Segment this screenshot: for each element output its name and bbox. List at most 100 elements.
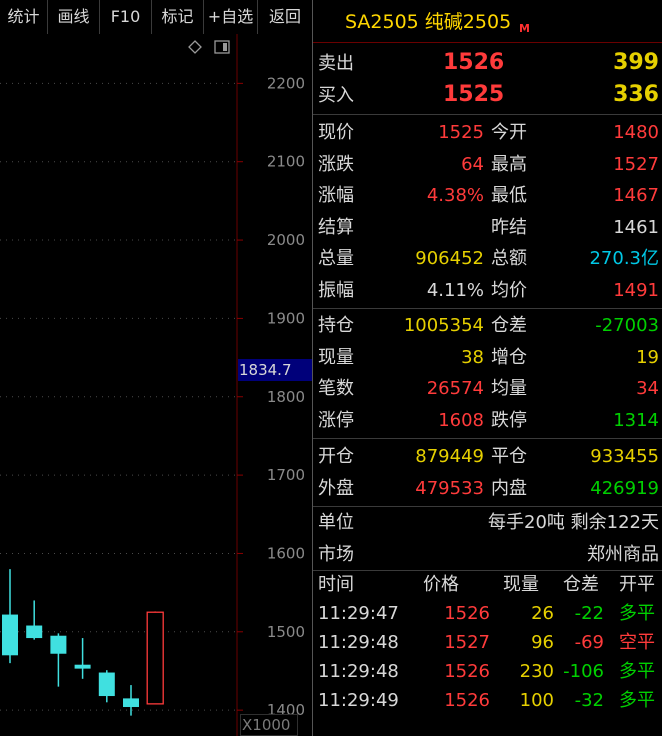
toolbar-draw-button[interactable]: 画线 <box>48 0 100 34</box>
stat-value: 479533 <box>415 477 484 499</box>
trade-row: 11:29:49 1526 100 -32 多平 <box>313 686 662 715</box>
stat-label: 现量 <box>318 346 354 368</box>
order-book: 卖出 1526 399 买入 1525 336 <box>313 43 662 115</box>
toolbar-f10-button[interactable]: F10 <box>100 0 152 34</box>
diamond-icon[interactable] <box>188 39 202 54</box>
market-label: 市场 <box>318 543 354 565</box>
toolbar-back-button[interactable]: 返回 <box>258 0 312 34</box>
trade-price: 1526 <box>444 690 490 711</box>
stat-value: 1608 <box>438 409 484 431</box>
contract-flag-badge: M <box>519 22 530 35</box>
stat-value: 64 <box>461 153 484 175</box>
candlestick-chart: 220021002000190018001700160015001400 <box>0 34 305 736</box>
stat-label: 最高 <box>491 153 527 175</box>
unit-label: 单位 <box>318 512 354 533</box>
candle-body[interactable] <box>2 614 18 656</box>
stat-label: 开仓 <box>318 446 354 467</box>
stat-value: 933455 <box>590 446 659 467</box>
stat-label: 外盘 <box>318 477 354 499</box>
bid-price: 1525 <box>443 82 505 107</box>
stat-value: 1314 <box>613 409 659 431</box>
stat-value: 1527 <box>613 153 659 175</box>
stat-value: 19 <box>636 346 659 368</box>
candle-body[interactable] <box>26 625 43 639</box>
trades-header-oi-change: 仓差 <box>563 574 599 595</box>
stat-value: 906452 <box>415 248 484 269</box>
y-tick-label: 2000 <box>267 231 305 249</box>
trades-list: 11:29:47 1526 26 -22 多平 11:29:48 1527 96 -69 空平 11… <box>313 599 662 715</box>
ask-label: 卖出 <box>318 53 354 74</box>
toolbar-add-watchlist-button[interactable]: +自选 <box>204 0 258 34</box>
stat-label: 总量 <box>318 248 354 269</box>
stat-label: 振幅 <box>318 279 354 301</box>
stat-label: 涨幅 <box>318 185 354 206</box>
chart-toolbar: 统计 画线 F10 标记 +自选 返回 <box>0 0 312 34</box>
stat-row: 总量 906452 总额 270.3亿 <box>313 243 662 275</box>
trade-row: 11:29:48 1526 230 -106 多平 <box>313 657 662 686</box>
stat-label: 结算 <box>318 216 354 238</box>
stat-value: 4.38% <box>426 185 484 206</box>
stat-row: 现量 38 增仓 19 <box>313 342 662 374</box>
trade-price: 1526 <box>444 603 490 624</box>
stat-value: 1467 <box>613 185 659 206</box>
tick-trades[interactable]: 时间 价格 现量 仓差 开平 11:29:47 1526 26 -22 多平 11:29:… <box>313 571 662 715</box>
stat-value: 1480 <box>613 122 659 143</box>
trades-header-price: 价格 <box>423 574 459 595</box>
stat-row: 笔数 26574 均量 34 <box>313 373 662 405</box>
market-value: 郑州商品 <box>587 543 659 565</box>
trade-type: 多平 <box>619 661 655 682</box>
ask-volume: 399 <box>613 50 659 75</box>
trade-price: 1527 <box>444 632 490 653</box>
stat-row: 外盘 479533 内盘 426919 <box>313 473 662 505</box>
trade-oi-change: -22 <box>574 603 604 624</box>
stat-label: 最低 <box>491 185 527 206</box>
trade-type: 多平 <box>619 603 655 624</box>
trade-time: 11:29:48 <box>318 661 399 682</box>
stat-value: 38 <box>461 346 484 368</box>
trade-volume: 100 <box>519 690 554 711</box>
trade-volume: 96 <box>531 632 554 653</box>
stat-label: 内盘 <box>491 477 527 499</box>
candle-body[interactable] <box>146 611 164 705</box>
quote-panel: SA2505 纯碱2505 M 卖出 1526 399 买入 1525 336 … <box>312 0 662 736</box>
price-chart[interactable]: 2200 2100 2000 1900 1800 1700 1600 1500 1400 183… <box>0 34 312 736</box>
candle-body[interactable] <box>98 672 115 697</box>
candle-body[interactable] <box>123 698 139 708</box>
unit-value: 每手20吨 剩余122天 <box>488 512 659 533</box>
trade-time: 11:29:48 <box>318 632 399 653</box>
toolbar-stats-button[interactable]: 统计 <box>0 0 48 34</box>
stat-row: 持仓 1005354 仓差 -27003 <box>313 310 662 342</box>
panel-toggle-icon[interactable] <box>214 39 230 54</box>
stat-row: 涨幅 4.38% 最低 1467 <box>313 180 662 212</box>
y-tick-label: 2200 <box>267 74 305 92</box>
stat-label: 现价 <box>318 122 354 143</box>
stat-row: 涨停 1608 跌停 1314 <box>313 405 662 437</box>
y-tick-label: 1900 <box>267 309 305 327</box>
stat-value: 34 <box>636 378 659 399</box>
trade-time: 11:29:49 <box>318 690 399 711</box>
stat-label: 笔数 <box>318 378 354 399</box>
stat-value: -27003 <box>595 315 659 336</box>
stat-value: 426919 <box>590 477 659 499</box>
trades-header-type: 开平 <box>619 574 655 595</box>
stat-value: 879449 <box>415 446 484 467</box>
stat-label: 总额 <box>491 248 527 269</box>
stat-label: 持仓 <box>318 315 354 336</box>
cursor-price-label: 1834.7 <box>238 358 312 381</box>
y-tick-label: 1500 <box>267 623 305 641</box>
stat-label: 今开 <box>491 122 527 143</box>
contract-title-bar: SA2505 纯碱2505 M <box>313 0 662 43</box>
stat-row: 现价 1525 今开 1480 <box>313 117 662 149</box>
y-tick-label: 1600 <box>267 544 305 562</box>
trade-volume: 230 <box>519 661 554 682</box>
stat-value: 270.3亿 <box>589 248 659 269</box>
stat-label: 增仓 <box>491 346 527 368</box>
toolbar-mark-button[interactable]: 标记 <box>152 0 204 34</box>
candle-body[interactable] <box>74 664 91 669</box>
bid-row: 买入 1525 336 <box>313 79 662 111</box>
bid-volume: 336 <box>613 82 659 107</box>
candle-body[interactable] <box>50 635 67 654</box>
stat-value: 26574 <box>426 378 484 399</box>
trade-row: 11:29:47 1526 26 -22 多平 <box>313 599 662 628</box>
trade-type: 空平 <box>619 632 655 653</box>
